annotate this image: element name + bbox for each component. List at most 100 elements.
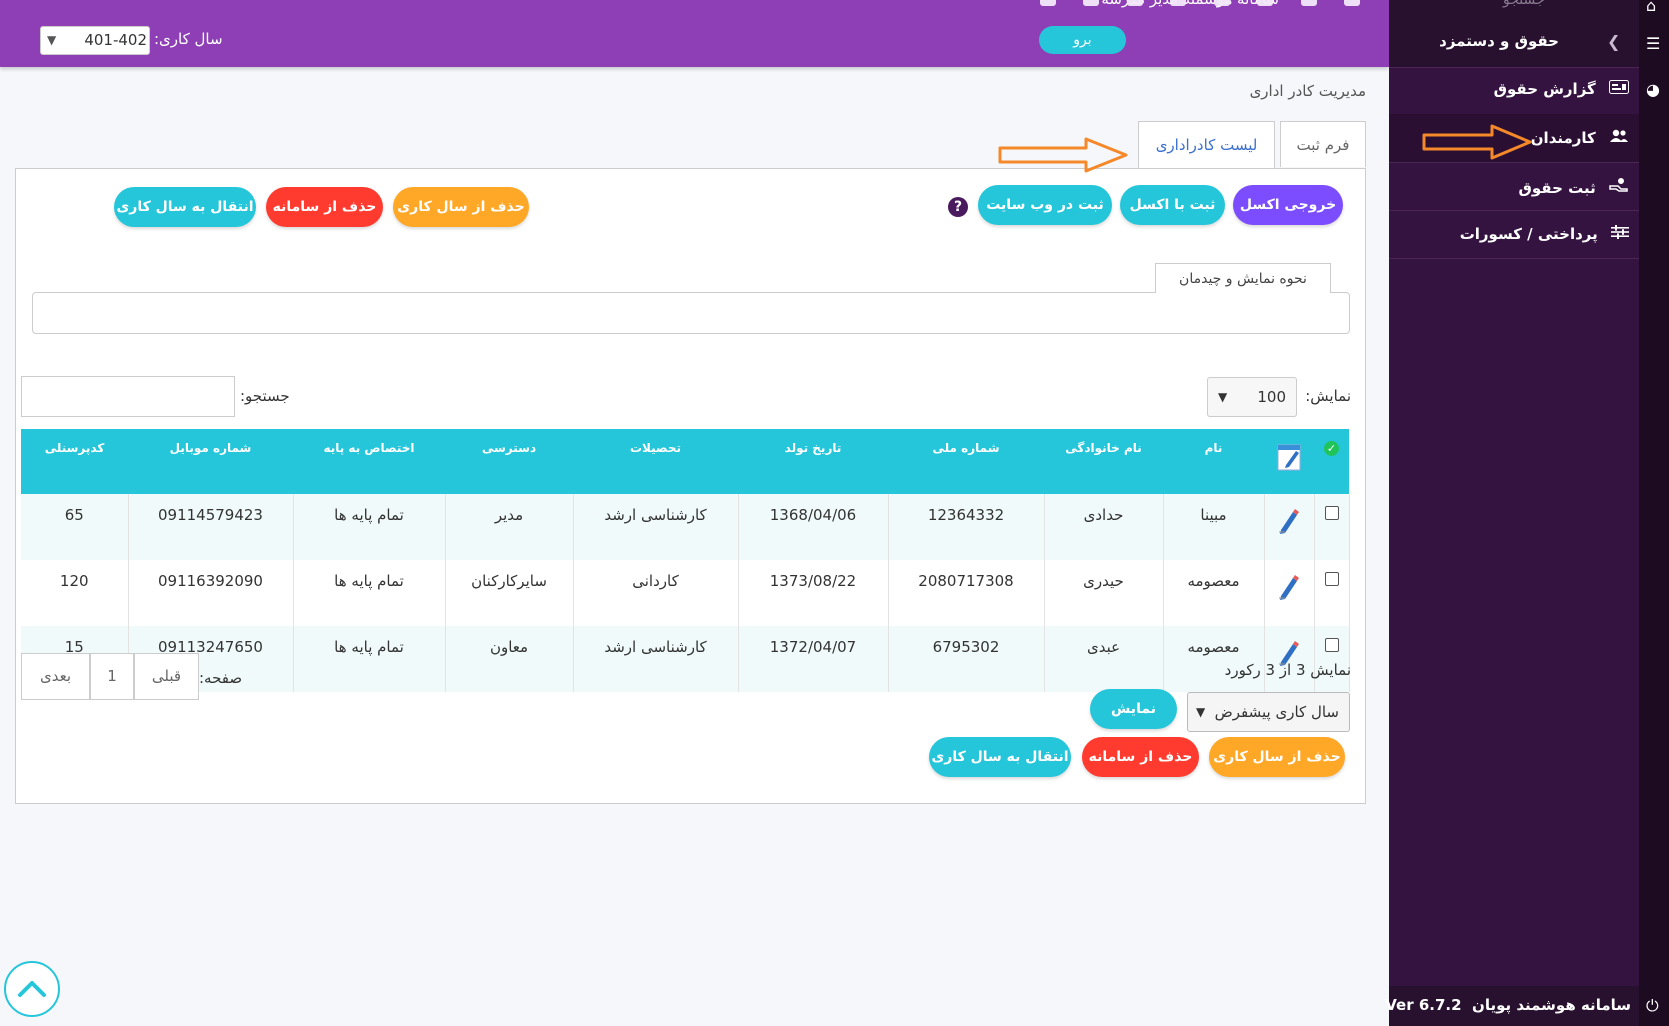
- sidebar-item-register-salary[interactable]: ثبت حقوق: [1518, 177, 1629, 197]
- edit-row-button[interactable]: [1264, 626, 1315, 692]
- tag-icon[interactable]: [1083, 0, 1100, 6]
- col-birth-date[interactable]: تاریخ تولد: [738, 429, 888, 494]
- sidebar-section-payroll[interactable]: حقوق و دستمزد: [1439, 32, 1559, 50]
- table-row: مبینا حدادی 12364332 1368/04/06 کارشناسی…: [21, 494, 1350, 560]
- menu-icon[interactable]: ☰: [1646, 34, 1660, 53]
- sidebar-item-employees[interactable]: کارمندان: [1531, 129, 1629, 147]
- note-icon[interactable]: [1126, 0, 1143, 6]
- default-year-select[interactable]: سال کاری پیشفرض ▼: [1187, 692, 1350, 732]
- col-mobile[interactable]: شماره موبایل: [128, 429, 293, 494]
- page-label: صفحه:: [199, 669, 243, 687]
- user-icon[interactable]: [1343, 0, 1360, 6]
- row-checkbox[interactable]: [1314, 494, 1350, 560]
- pencil-icon: [1277, 572, 1301, 600]
- checkbox-box: [1324, 572, 1339, 586]
- cell-first-name: مبینا: [1163, 494, 1265, 560]
- icon-rail: [1639, 0, 1669, 1026]
- edit-row-button[interactable]: [1264, 494, 1315, 560]
- power-icon[interactable]: ⏻: [1646, 996, 1659, 1016]
- cell-birth-date: 1372/04/07: [738, 626, 889, 692]
- col-access[interactable]: دسترسی: [445, 429, 573, 494]
- col-national-id[interactable]: شماره ملی: [888, 429, 1044, 494]
- cell-education: کارشناسی ارشد: [573, 626, 739, 692]
- cell-first-name: معصومه: [1163, 560, 1265, 626]
- sidebar-search-label[interactable]: جستجو: [1503, 0, 1545, 8]
- go-button[interactable]: برو: [1039, 26, 1126, 54]
- col-grade[interactable]: اختصاص به پایه: [293, 429, 445, 494]
- bell-icon[interactable]: [1040, 0, 1056, 6]
- edit-row-button[interactable]: [1264, 560, 1315, 626]
- info-icon[interactable]: [1213, 0, 1230, 6]
- sidebar-divider: [1389, 67, 1639, 68]
- col-last-name[interactable]: نام خانوادگی: [1044, 429, 1163, 494]
- pencil-icon: [1277, 506, 1301, 534]
- work-year-select[interactable]: 401-402 ▼: [40, 26, 150, 55]
- page-size-label: نمایش:: [1305, 387, 1351, 405]
- export-excel-button[interactable]: خروجی اکسل: [1233, 185, 1343, 225]
- remove-from-system-button[interactable]: حذف از سامانه: [266, 187, 383, 227]
- chevron-down-icon: ▼: [1196, 705, 1206, 719]
- cell-national-id: 6795302: [888, 626, 1045, 692]
- remove-from-year-button[interactable]: حذف از سال کاری: [393, 187, 529, 227]
- cell-birth-date: 1373/08/22: [738, 560, 889, 626]
- row-checkbox[interactable]: [1314, 626, 1350, 692]
- sidebar-item-payments-deductions[interactable]: پرداختی / کسورات: [1460, 225, 1629, 243]
- hand-money-icon: [1609, 177, 1629, 197]
- next-page-button[interactable]: بعدی: [21, 653, 90, 700]
- select-all-checkbox[interactable]: ✓: [1314, 429, 1349, 494]
- chevron-left-icon[interactable]: ❮: [1607, 32, 1620, 51]
- display-layout-tab[interactable]: نحوه نمایش و چیدمان: [1155, 263, 1331, 293]
- dashboard-icon[interactable]: ◕: [1646, 80, 1660, 99]
- sidebar-item-label: ثبت حقوق: [1518, 179, 1596, 197]
- table-row: معصومه حیدری 2080717308 1373/08/22 کاردا…: [21, 560, 1350, 626]
- work-year-label: سال کاری:: [154, 30, 223, 48]
- folder-icon[interactable]: [1257, 0, 1274, 6]
- annotation-arrow: [1422, 124, 1532, 160]
- sliders-icon: [1611, 225, 1629, 243]
- tab-register-form[interactable]: فرم ثبت: [1280, 121, 1366, 167]
- help-icon[interactable]: ?: [948, 197, 968, 217]
- table-search-input[interactable]: [21, 376, 235, 417]
- id-card-icon: [1609, 80, 1629, 98]
- show-button[interactable]: نمایش: [1090, 689, 1177, 729]
- sidebar-item-salary-report[interactable]: گزارش حقوق: [1494, 80, 1629, 98]
- remove-from-system-button-bottom[interactable]: حذف از سامانه: [1082, 737, 1199, 777]
- cell-personnel-code: 120: [21, 560, 129, 626]
- checkbox-box: [1324, 638, 1339, 652]
- sidebar-item-label: پرداختی / کسورات: [1459, 225, 1598, 243]
- import-excel-button[interactable]: ثبت با اکسل: [1120, 185, 1225, 225]
- page-size-select[interactable]: 100 ▼: [1207, 377, 1297, 417]
- work-year-value: 401-402: [84, 31, 147, 49]
- page-title: مدیریت کادر اداری: [1249, 82, 1366, 100]
- move-to-year-button-bottom[interactable]: انتقال به سال کاری: [929, 737, 1071, 777]
- page-number-button[interactable]: 1: [90, 653, 134, 700]
- tab-staff-list[interactable]: لیست کادراداری: [1138, 121, 1275, 168]
- col-personnel-code[interactable]: کدپرسنلی: [21, 429, 128, 494]
- checkbox-box: [1324, 506, 1339, 520]
- cell-access: سایرکارکنان: [445, 560, 574, 626]
- sidebar-item-label: کارمندان: [1530, 129, 1596, 147]
- move-to-year-button[interactable]: انتقال به سال کاری: [114, 187, 256, 227]
- cell-national-id: 12364332: [888, 494, 1045, 560]
- header-icon-row: [1040, 0, 1360, 8]
- home-icon[interactable]: ⌂: [1646, 0, 1656, 15]
- printer-icon[interactable]: [1170, 0, 1187, 6]
- scroll-to-top-button[interactable]: [4, 961, 60, 1017]
- staff-table: ✓ نام نام خانوادگی شماره ملی تاریخ تولد …: [21, 429, 1350, 692]
- col-education[interactable]: تحصیلات: [573, 429, 738, 494]
- row-checkbox[interactable]: [1314, 560, 1350, 626]
- version-number: Ver 6.7.2: [1385, 996, 1462, 1014]
- register-website-button[interactable]: ثبت در وب سایت: [978, 185, 1112, 225]
- chevron-up-icon: [18, 981, 46, 997]
- cell-personnel-code: 65: [21, 494, 129, 560]
- cell-access: مدیر: [445, 494, 574, 560]
- prev-page-button[interactable]: قبلی: [134, 653, 199, 700]
- sidebar-item-label: گزارش حقوق: [1493, 80, 1596, 98]
- sidebar-divider: [1389, 162, 1639, 163]
- cell-mobile: 09114579423: [128, 494, 294, 560]
- table-search-label: جستجو:: [240, 387, 290, 405]
- remove-from-year-button-bottom[interactable]: حذف از سال کاری: [1209, 737, 1345, 777]
- cell-grade: تمام پایه ها: [293, 494, 446, 560]
- col-first-name[interactable]: نام: [1163, 429, 1264, 494]
- mail-icon[interactable]: [1300, 0, 1317, 6]
